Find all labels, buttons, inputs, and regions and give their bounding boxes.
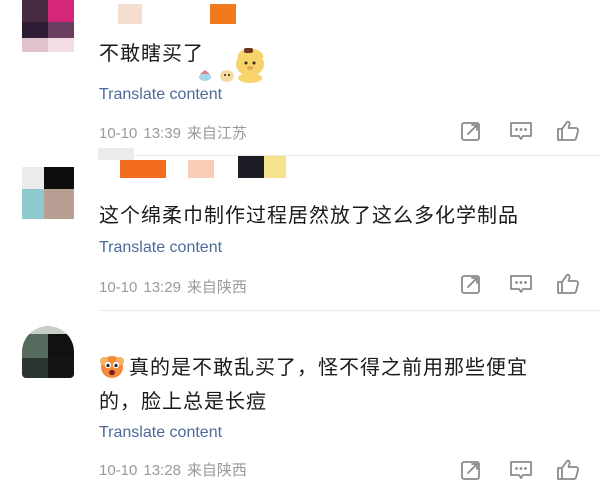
comment-icon (510, 461, 532, 479)
pompompurin-sticker (195, 44, 271, 84)
comment-meta: 10-10 13:28 来自陕西 (99, 459, 253, 480)
comment-item: 不敢瞎买了 Translate content 10-10 13:39 来自江苏 (0, 0, 600, 156)
share-button[interactable] (458, 271, 484, 297)
comment-meta: 10-10 13:39 来自江苏 (99, 122, 253, 143)
share-button[interactable] (458, 118, 484, 144)
avatar[interactable] (22, 326, 74, 378)
comment-time: 13:28 (143, 462, 181, 479)
comment-time: 13:29 (143, 279, 181, 296)
comment-button[interactable] (508, 457, 534, 483)
comment-text-body: 真的是不敢乱买了，怪不得之前用那些便宜的，脸上总是长痘 (99, 355, 528, 413)
like-button[interactable] (555, 271, 581, 297)
comment-date: 10-10 (99, 279, 138, 296)
comment-button[interactable] (508, 271, 534, 297)
frightened-face-emoji (99, 353, 125, 379)
translate-link[interactable]: Translate content (99, 86, 222, 104)
comment-item: 这个绵柔巾制作过程居然放了这么多化学制品 Translate content 1… (0, 148, 600, 311)
translate-link[interactable]: Translate content (99, 424, 222, 442)
like-icon (557, 273, 580, 294)
divider (99, 310, 600, 311)
comment-icon (510, 275, 532, 293)
comment-date: 10-10 (99, 125, 138, 142)
share-button[interactable] (458, 457, 484, 483)
comment-location: 来自陕西 (186, 279, 247, 296)
comment-icon (510, 122, 532, 140)
comment-button[interactable] (508, 118, 534, 144)
translate-link[interactable]: Translate content (99, 239, 222, 257)
like-icon (557, 120, 580, 141)
comment-time: 13:39 (143, 125, 181, 142)
comment-item: 真的是不敢乱买了，怪不得之前用那些便宜的，脸上总是长痘 Translate co… (0, 312, 600, 480)
comment-date: 10-10 (99, 462, 138, 479)
username[interactable] (98, 148, 298, 180)
comment-location: 来自陕西 (186, 462, 247, 479)
comment-location: 来自江苏 (186, 125, 247, 142)
avatar[interactable] (22, 0, 74, 52)
like-button[interactable] (555, 457, 581, 483)
like-icon (557, 459, 580, 480)
avatar[interactable] (22, 167, 74, 219)
like-button[interactable] (555, 118, 581, 144)
comment-text: 不敢瞎买了 (99, 41, 204, 65)
username[interactable] (118, 4, 248, 24)
share-icon (461, 122, 480, 141)
comment-meta: 10-10 13:29 来自陕西 (99, 276, 253, 297)
comment-text: 真的是不敢乱买了，怪不得之前用那些便宜的，脸上总是长痘 (99, 350, 569, 418)
share-icon (461, 275, 480, 294)
comment-text: 这个绵柔巾制作过程居然放了这么多化学制品 (99, 203, 519, 227)
share-icon (461, 461, 480, 480)
